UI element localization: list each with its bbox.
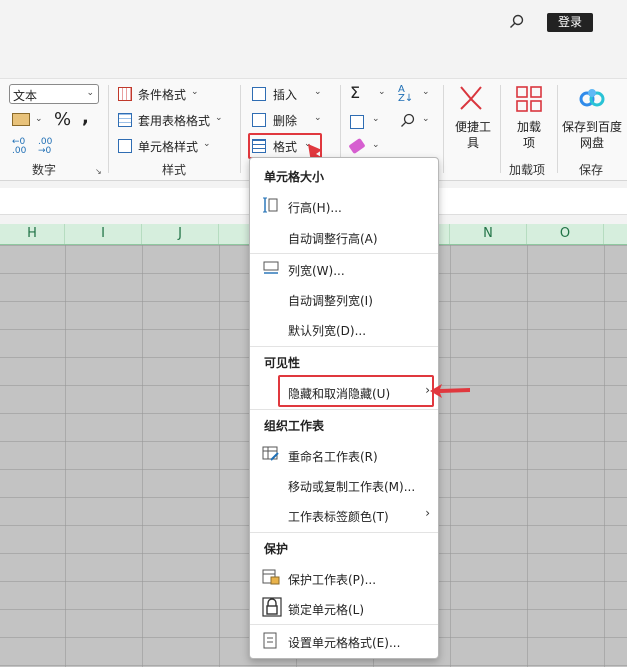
- group-label-style: 样式: [162, 163, 187, 177]
- find-icon[interactable]: [400, 113, 416, 129]
- group-label-save: 保存: [579, 163, 604, 177]
- group-label-addins: 加载项: [509, 163, 546, 177]
- menu-item-autofit-column[interactable]: 自动调整列宽(I): [288, 292, 373, 309]
- chevron-down-icon[interactable]: ⌄: [422, 87, 430, 97]
- menu-item-autofit-row[interactable]: 自动调整行高(A): [288, 230, 378, 247]
- search-icon[interactable]: [509, 14, 525, 30]
- chevron-down-icon[interactable]: ⌄: [372, 140, 380, 150]
- section-organize-sheets: 组织工作表: [264, 419, 325, 433]
- format-cells-icon: [263, 632, 277, 649]
- cell-style-icon: [118, 139, 132, 153]
- dialog-launcher-icon[interactable]: ↘: [95, 167, 102, 176]
- column-header-h[interactable]: H: [0, 224, 65, 244]
- addins-label: 加载项: [516, 120, 541, 150]
- menu-divider: [250, 409, 438, 410]
- number-format-value: 文本: [13, 89, 38, 103]
- save-baidu-label: 保存到百度网盘: [562, 120, 623, 150]
- section-protect: 保护: [264, 542, 289, 556]
- annotation-arrow: [430, 384, 470, 398]
- quick-tools-icon: [460, 86, 482, 110]
- table-format-label: 套用表格格式: [138, 114, 211, 128]
- chevron-down-icon: ⌄: [314, 113, 322, 123]
- cell-style-label: 单元格样式: [138, 140, 199, 154]
- menu-item-protect-sheet[interactable]: 保护工作表(P)...: [288, 571, 376, 588]
- column-width-icon: [263, 261, 279, 274]
- divider: [557, 85, 558, 173]
- conditional-format-icon: [118, 87, 132, 101]
- section-visibility: 可见性: [264, 356, 301, 370]
- menu-item-format-cells[interactable]: 设置单元格格式(E)...: [288, 634, 400, 651]
- chevron-down-icon[interactable]: ⌄: [35, 114, 43, 124]
- menu-divider: [250, 346, 438, 347]
- chevron-down-icon: ⌄: [215, 113, 223, 123]
- divider: [240, 85, 241, 173]
- insert-cells-icon: [252, 87, 266, 101]
- title-bar: 登录: [0, 0, 627, 46]
- menu-divider: [250, 624, 438, 625]
- fill-icon[interactable]: [350, 115, 364, 129]
- conditional-format-label: 条件格式: [138, 88, 187, 102]
- chevron-down-icon: ⌄: [86, 88, 94, 98]
- column-header-n[interactable]: N: [450, 224, 527, 244]
- number-format-dropdown[interactable]: 文本 ⌄: [9, 84, 99, 104]
- accounting-format-icon[interactable]: [12, 113, 30, 126]
- chevron-down-icon: ⌄: [203, 139, 211, 149]
- insert-label: 插入: [273, 88, 298, 102]
- baidu-netdisk-icon: [579, 89, 605, 107]
- chevron-down-icon: ⌄: [191, 87, 199, 97]
- column-header-i[interactable]: I: [65, 224, 142, 244]
- login-button[interactable]: 登录: [547, 13, 593, 32]
- divider: [443, 85, 444, 173]
- comma-style-icon[interactable]: ,: [82, 107, 89, 128]
- menu-item-tab-color[interactable]: 工作表标签颜色(T): [288, 508, 389, 525]
- delete-label: 删除: [273, 114, 298, 128]
- table-format-icon: [118, 113, 132, 127]
- chevron-down-icon[interactable]: ⌄: [372, 114, 380, 124]
- menu-item-lock-cell[interactable]: 锁定单元格(L): [288, 601, 364, 618]
- menu-divider: [250, 532, 438, 533]
- menu-item-rename-sheet[interactable]: 重命名工作表(R): [288, 448, 378, 465]
- chevron-right-icon: ›: [425, 506, 430, 520]
- row-height-icon: [263, 197, 278, 213]
- divider: [500, 85, 501, 173]
- menu-item-default-width[interactable]: 默认列宽(D)...: [288, 322, 366, 339]
- chevron-down-icon: ⌄: [314, 87, 322, 97]
- quick-tools-button[interactable]: 便捷工具: [450, 83, 494, 153]
- percent-icon[interactable]: %: [54, 109, 71, 130]
- chevron-down-icon[interactable]: ⌄: [422, 114, 430, 124]
- divider: [108, 85, 109, 173]
- autosum-icon[interactable]: Σ: [350, 83, 360, 102]
- rename-sheet-icon: [262, 446, 279, 461]
- addins-button[interactable]: 加载项: [506, 83, 552, 153]
- menu-divider: [250, 253, 438, 254]
- protect-sheet-icon: [262, 569, 280, 585]
- menu-item-row-height[interactable]: 行高(H)...: [288, 199, 342, 216]
- sort-filter-icon[interactable]: A Z↓: [398, 85, 413, 104]
- menu-item-column-width[interactable]: 列宽(W)...: [288, 262, 345, 279]
- format-dropdown-menu: 单元格大小 行高(H)... 自动调整行高(A) 列宽(W)... 自动调整列宽…: [249, 157, 439, 659]
- menu-item-move-copy-sheet[interactable]: 移动或复制工作表(M)...: [288, 478, 415, 495]
- decrease-decimal-icon[interactable]: .00 →0: [38, 138, 52, 156]
- delete-cells-icon: [252, 113, 266, 127]
- increase-decimal-icon[interactable]: ←0.00: [12, 138, 26, 156]
- quick-tools-label: 便捷工具: [454, 120, 491, 150]
- section-cell-size: 单元格大小: [264, 170, 325, 184]
- column-header-j[interactable]: J: [142, 224, 219, 244]
- chevron-down-icon[interactable]: ⌄: [378, 87, 386, 97]
- addins-icon: [516, 86, 542, 112]
- lock-icon: [262, 597, 282, 617]
- column-header-o[interactable]: O: [527, 224, 604, 244]
- hide-unhide-highlight: [278, 375, 434, 407]
- save-baidu-button[interactable]: 保存到百度网盘: [562, 83, 622, 153]
- group-label-number: 数字: [32, 163, 57, 177]
